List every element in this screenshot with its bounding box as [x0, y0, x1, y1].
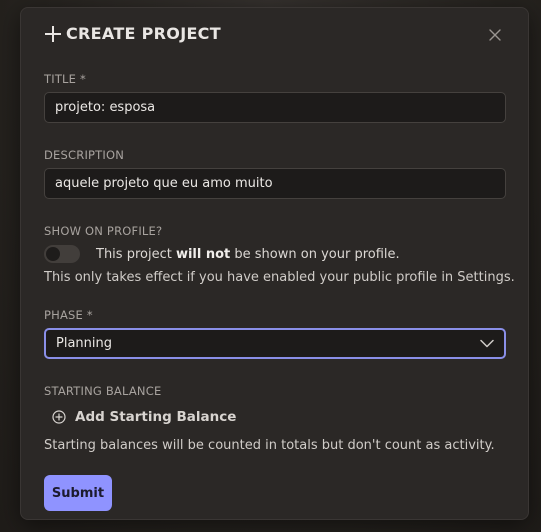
show-on-profile-toggle[interactable]: [44, 245, 80, 263]
show-on-profile-label: SHOW ON PROFILE?: [44, 224, 163, 238]
starting-balance-note: Starting balances will be counted in tot…: [44, 438, 495, 453]
title-label: TITLE *: [44, 72, 86, 86]
close-button[interactable]: [488, 28, 502, 42]
toggle-knob: [46, 247, 60, 261]
description-input[interactable]: [44, 168, 506, 199]
modal-header: CREATE PROJECT: [44, 24, 221, 43]
phase-select[interactable]: Planning: [44, 328, 506, 359]
starting-balance-label: STARTING BALANCE: [44, 384, 162, 398]
plus-icon: [44, 25, 62, 43]
create-project-modal: CREATE PROJECT TITLE * DESCRIPTION SHOW …: [20, 7, 529, 520]
phase-selected-value: Planning: [56, 336, 112, 351]
plus-circle-icon: [52, 410, 66, 424]
description-label: DESCRIPTION: [44, 148, 125, 162]
show-on-profile-row: This project will not be shown on your p…: [44, 245, 400, 263]
add-starting-balance-label: Add Starting Balance: [75, 409, 237, 425]
title-input[interactable]: [44, 92, 506, 123]
close-icon: [489, 29, 501, 41]
show-on-profile-status: This project will not be shown on your p…: [96, 246, 400, 262]
add-starting-balance-button[interactable]: Add Starting Balance: [52, 409, 236, 425]
submit-button[interactable]: Submit: [44, 475, 112, 511]
phase-label: PHASE *: [44, 308, 93, 322]
show-on-profile-note: This only takes effect if you have enabl…: [44, 270, 515, 285]
chevron-down-icon: [480, 339, 494, 348]
modal-title: CREATE PROJECT: [66, 24, 221, 43]
